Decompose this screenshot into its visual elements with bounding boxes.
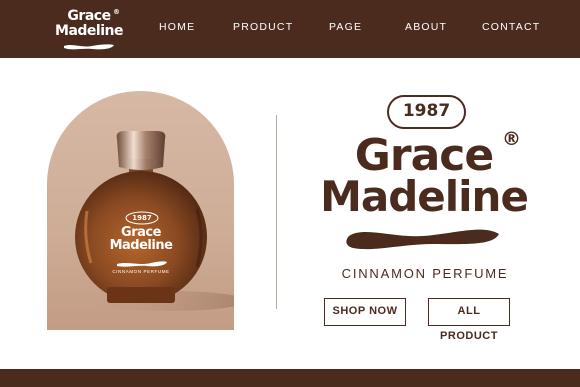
year-badge: 1987 <box>387 95 466 129</box>
brand-swoosh-icon <box>346 229 499 250</box>
logo-swoosh-icon <box>64 44 114 50</box>
shop-now-button[interactable]: SHOP NOW <box>324 298 406 326</box>
nav-about[interactable]: ABOUT <box>405 21 447 37</box>
brand-logo[interactable]: Grace ® Madeline <box>52 8 126 50</box>
bottle-label-year: 1987 <box>132 214 152 222</box>
perfume-bottle-illustration <box>75 131 234 311</box>
top-navigation-bar: Grace ® Madeline HOME PRODUCT PAGE ABOUT… <box>0 0 580 58</box>
product-image: 1987 Grace Madeline CINNAMON PERFUME <box>47 91 234 330</box>
nav-product[interactable]: PRODUCT <box>233 21 293 37</box>
bottle-label-subtitle: CINNAMON PERFUME <box>112 269 170 274</box>
logo-registered-mark: ® <box>113 8 120 16</box>
footer-bar <box>0 369 580 387</box>
bottle-label-line2: Madeline <box>109 238 173 253</box>
registered-mark-icon: ® <box>502 128 521 150</box>
nav-contact[interactable]: CONTACT <box>482 21 540 37</box>
logo-text-line2: Madeline <box>55 23 123 39</box>
vertical-divider <box>276 115 277 309</box>
nav-page[interactable]: PAGE <box>329 21 362 37</box>
brand-title-line2: Madeline <box>320 172 529 221</box>
all-product-button[interactable]: ALL PRODUCT <box>428 298 510 342</box>
product-tagline: CINNAMON PERFUME <box>341 266 509 281</box>
nav-home[interactable]: HOME <box>159 21 195 37</box>
